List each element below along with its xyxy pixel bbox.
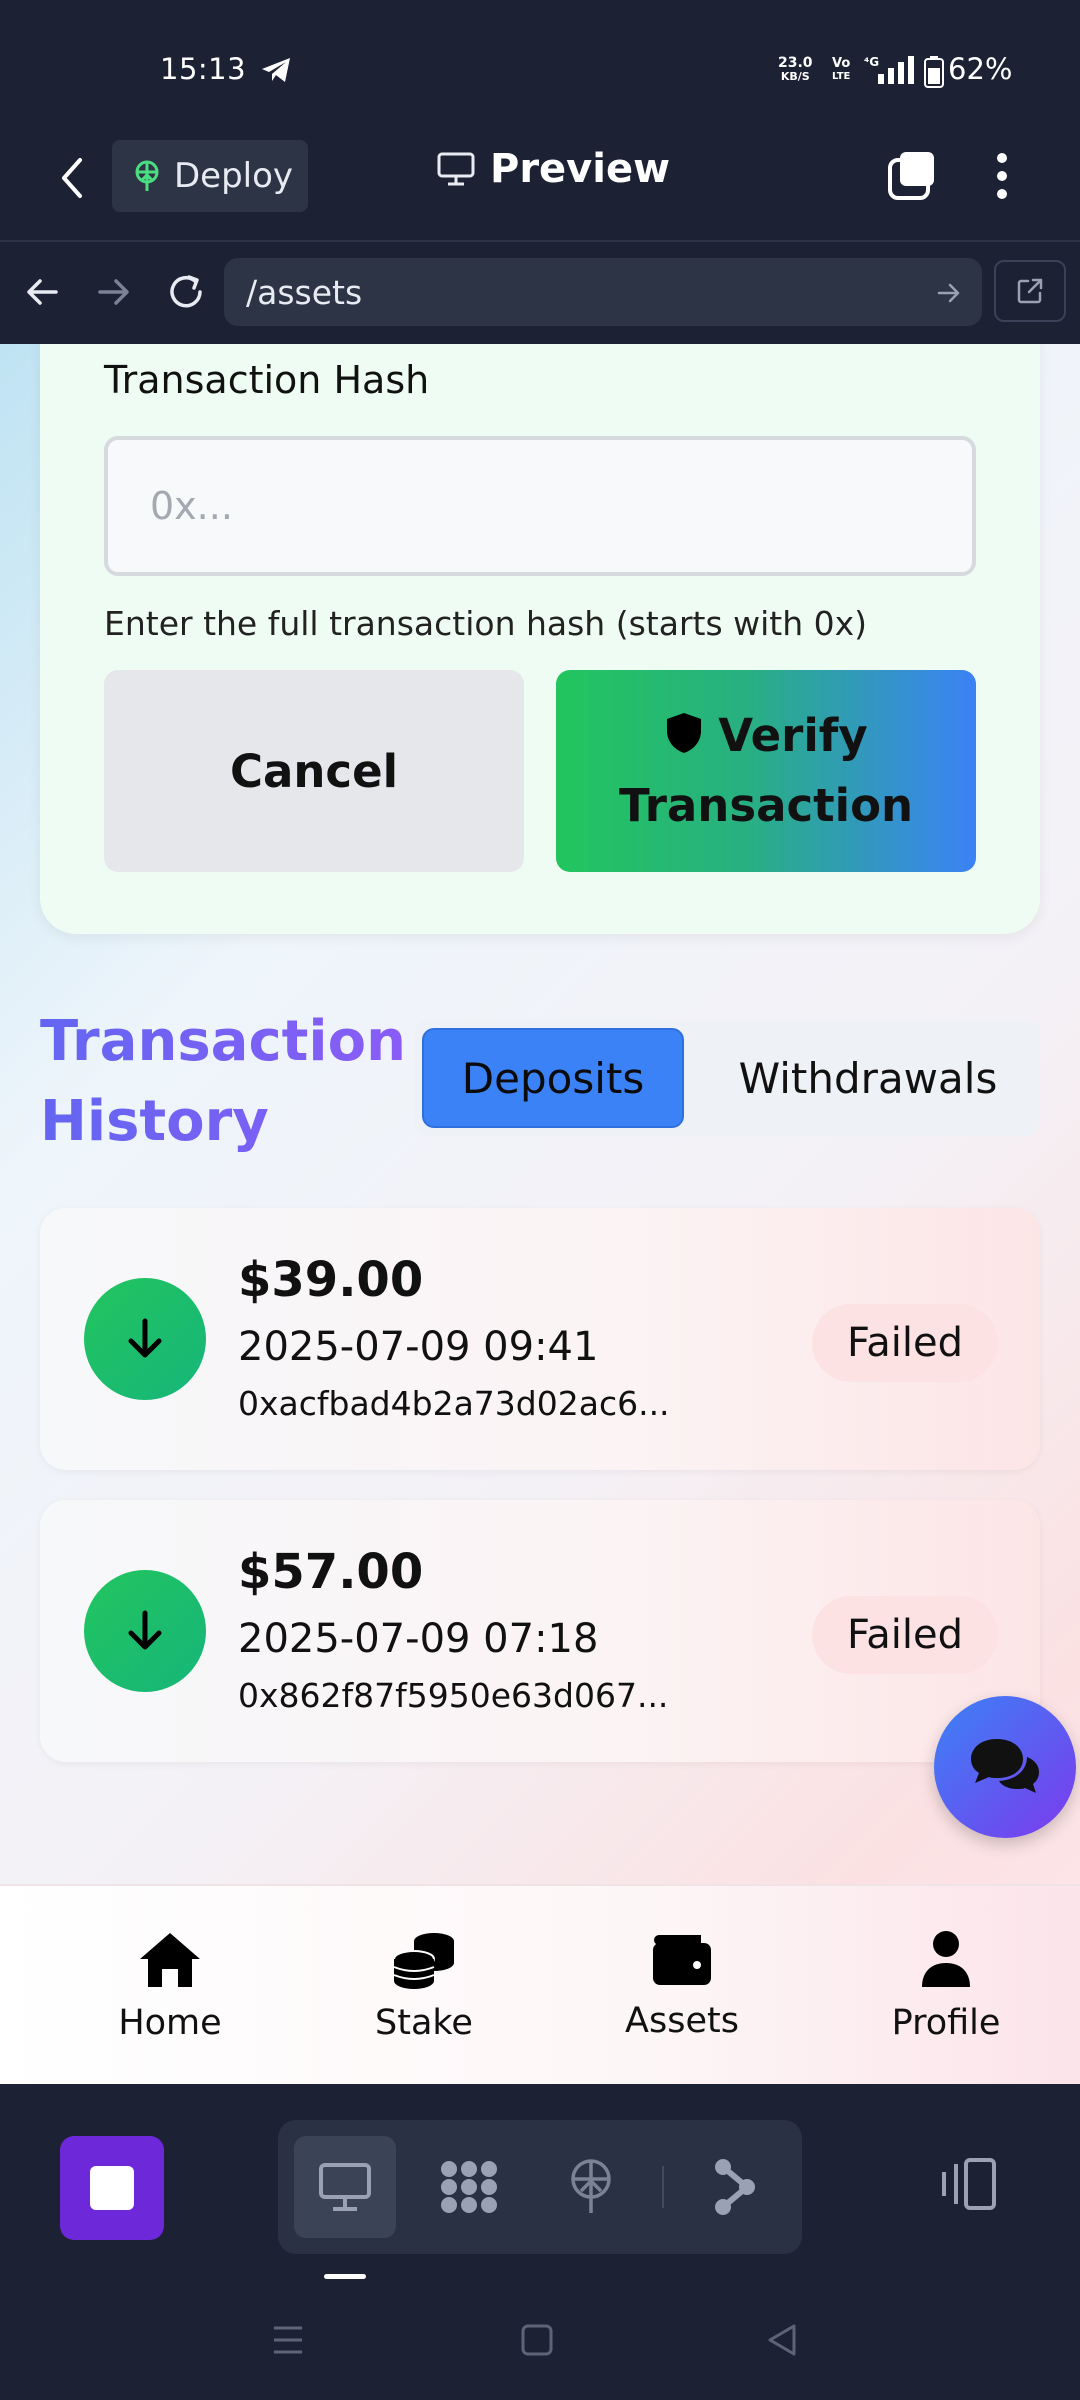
volte-indicator: Vo LTE: [832, 57, 850, 83]
transaction-amount: $57.00: [238, 1544, 424, 1600]
browser-forward-icon[interactable]: [94, 272, 134, 312]
external-link-icon: [1015, 276, 1045, 306]
coins-icon: [392, 1929, 456, 1989]
nav-stake-label: Stake: [375, 2003, 473, 2043]
status-badge: Failed: [812, 1304, 998, 1382]
nav-home[interactable]: Home: [60, 1886, 280, 2084]
verify-label-line1: Verify: [718, 709, 868, 762]
dev-toolbar: [0, 2084, 1080, 2284]
history-title-line2: History: [40, 1089, 269, 1154]
transaction-hash-input[interactable]: [104, 436, 976, 576]
tabs-icon[interactable]: [886, 148, 938, 204]
transaction-datetime: 2025-07-09 07:18: [238, 1616, 599, 1662]
bottom-nav: Home Stake Assets Profile: [0, 1884, 1080, 2084]
net-speed: 23.0 KB/S: [778, 56, 813, 84]
toolbar-divider: [662, 2166, 664, 2208]
tab-withdrawals[interactable]: Withdrawals: [704, 1028, 1032, 1128]
deploy-globe-icon: [565, 2157, 617, 2217]
cancel-button[interactable]: Cancel: [104, 670, 524, 872]
transaction-hash: 0xacfbad4b2a73d02ac6...: [238, 1384, 670, 1423]
grid-dots-icon: [437, 2157, 501, 2217]
nav-assets-label: Assets: [625, 2001, 739, 2041]
system-nav-bar: [0, 2284, 1080, 2400]
deploy-icon: [132, 159, 162, 193]
share-view-button[interactable]: [684, 2136, 786, 2238]
net-speed-unit: KB/S: [780, 70, 810, 83]
tab-deposits[interactable]: Deposits: [422, 1028, 684, 1128]
verify-transaction-card: Transaction Hash Enter the full transact…: [40, 344, 1040, 934]
arrow-down-icon: [84, 1278, 206, 1400]
deploy-button[interactable]: Deploy: [112, 140, 308, 212]
battery-percent: 62%: [948, 52, 1013, 86]
components-view-button[interactable]: [418, 2136, 520, 2238]
home-system-icon[interactable]: [518, 2320, 556, 2360]
net-speed-value: 23.0: [778, 55, 813, 71]
chat-button[interactable]: [934, 1696, 1076, 1838]
view-mode-group: [278, 2120, 802, 2254]
telegram-icon: [260, 56, 292, 84]
status-bar: 15:13 23.0 KB/S Vo LTE ⁴G 62%: [0, 0, 1080, 118]
chat-bubbles-icon: [967, 1735, 1043, 1799]
desktop-view-button[interactable]: [294, 2136, 396, 2238]
transaction-datetime: 2025-07-09 09:41: [238, 1324, 599, 1370]
nav-profile-label: Profile: [891, 2003, 1001, 2043]
go-arrow-icon[interactable]: [936, 280, 962, 306]
back-system-icon[interactable]: [762, 2320, 802, 2360]
wallet-icon: [651, 1931, 713, 1987]
monitor-icon: [436, 151, 476, 187]
volte-top: Vo: [832, 56, 851, 71]
transaction-hash: 0x862f87f5950e63d067...: [238, 1676, 669, 1715]
nav-assets[interactable]: Assets: [572, 1886, 792, 2084]
stop-button[interactable]: [60, 2136, 164, 2240]
url-text: /assets: [246, 272, 363, 312]
user-icon: [920, 1929, 972, 1989]
browser-bar: /assets: [0, 242, 1080, 344]
deploy-label: Deploy: [174, 156, 294, 196]
stop-icon: [90, 2166, 134, 2210]
monitor-icon: [317, 2161, 373, 2213]
active-indicator: [324, 2274, 366, 2279]
history-tabs: Deposits Withdrawals: [414, 1020, 1040, 1136]
arrow-down-icon: [84, 1570, 206, 1692]
side-panel-icon[interactable]: [936, 2156, 1000, 2212]
transaction-row[interactable]: $57.00 2025-07-09 07:18 0x862f87f5950e63…: [40, 1500, 1040, 1762]
volte-bottom: LTE: [832, 71, 851, 82]
nav-home-label: Home: [118, 2003, 222, 2043]
transaction-hash-help: Enter the full transaction hash (starts …: [104, 604, 868, 643]
back-icon[interactable]: [52, 150, 92, 206]
nav-stake[interactable]: Stake: [314, 1886, 534, 2084]
recents-icon[interactable]: [268, 2320, 308, 2360]
transaction-amount: $39.00: [238, 1252, 424, 1308]
more-options-icon[interactable]: [990, 148, 1014, 204]
svg-text:⁴G: ⁴G: [864, 55, 879, 69]
status-time: 15:13: [160, 52, 247, 86]
app-header: Deploy Preview: [0, 118, 1080, 242]
preview-label: Preview: [490, 146, 671, 192]
battery-icon: [924, 56, 944, 88]
open-external-button[interactable]: [994, 260, 1066, 322]
preview-title: Preview: [436, 146, 670, 192]
share-nodes-icon: [711, 2157, 759, 2217]
shield-icon: [664, 711, 704, 755]
history-title-line1: Transaction: [40, 1009, 406, 1074]
page-content: Transaction Hash Enter the full transact…: [0, 344, 1080, 2084]
browser-back-icon[interactable]: [22, 272, 62, 312]
home-icon: [136, 1929, 204, 1989]
deploy-view-button[interactable]: [540, 2136, 642, 2238]
reload-icon[interactable]: [164, 270, 208, 314]
transaction-row[interactable]: $39.00 2025-07-09 09:41 0xacfbad4b2a73d0…: [40, 1208, 1040, 1470]
transaction-hash-label: Transaction Hash: [104, 358, 430, 402]
verify-label-line2: Transaction: [618, 779, 914, 832]
signal-icon: ⁴G: [864, 54, 920, 86]
nav-profile[interactable]: Profile: [836, 1886, 1056, 2084]
verify-transaction-button[interactable]: Verify Transaction: [556, 670, 976, 872]
status-badge: Failed: [812, 1596, 998, 1674]
transaction-history-title: Transaction History: [40, 1002, 420, 1162]
url-field[interactable]: /assets: [224, 258, 982, 326]
